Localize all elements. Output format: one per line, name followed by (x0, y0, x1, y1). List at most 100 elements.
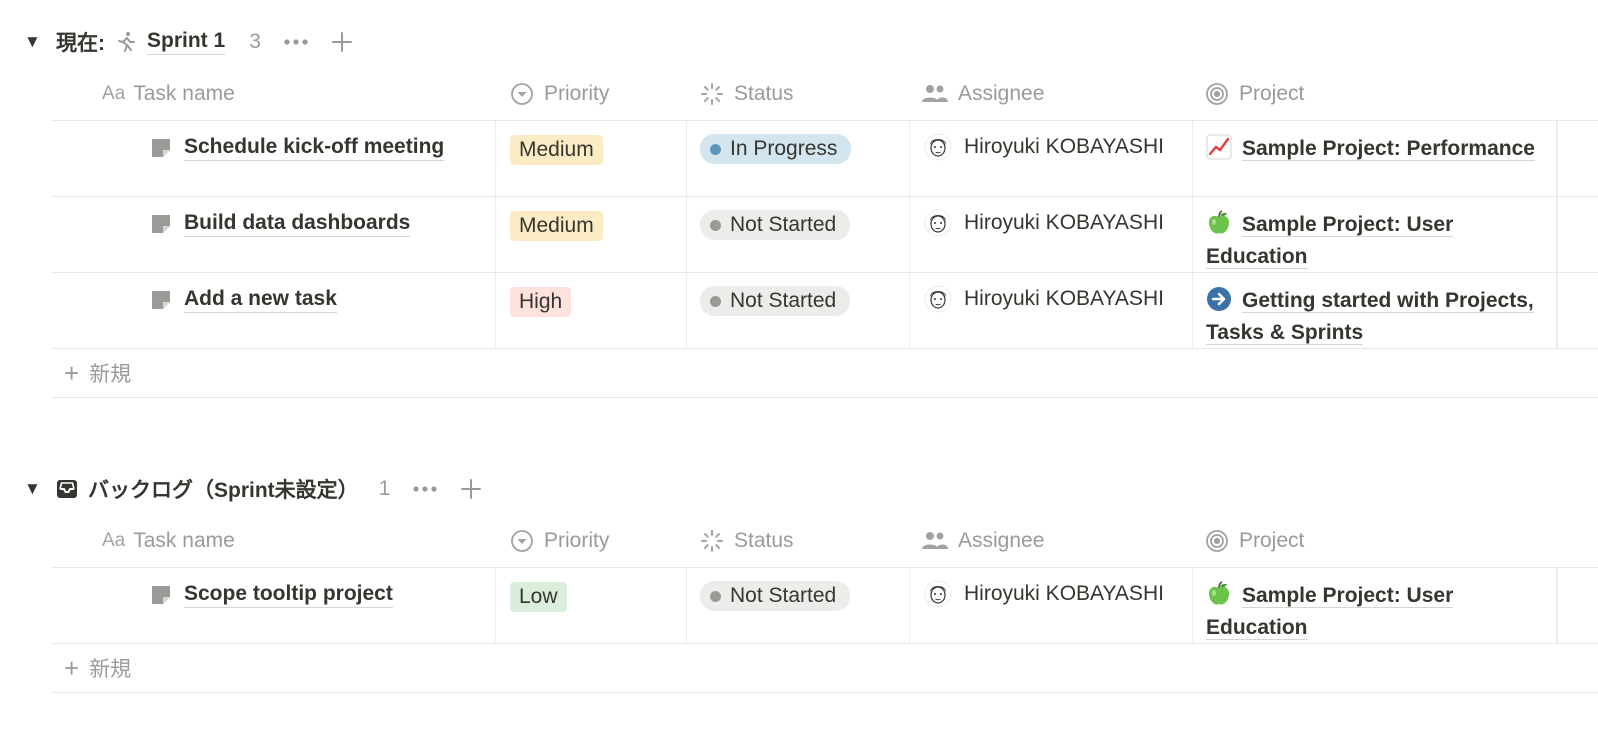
task-cell: Scope tooltip project (52, 568, 496, 643)
column-header-status[interactable]: Status (700, 515, 794, 567)
assignee-cell[interactable]: Hiroyuki KOBAYASHI (910, 121, 1193, 196)
add-icon[interactable] (331, 31, 353, 53)
more-options-icon[interactable] (412, 485, 438, 493)
priority-cell[interactable]: High (496, 273, 687, 348)
assignee-name: Hiroyuki KOBAYASHI (964, 211, 1164, 234)
arrow-right-circle-icon (1207, 287, 1231, 311)
status-dot (710, 295, 721, 307)
status-cell[interactable]: Not Started (687, 197, 910, 272)
column-header-status[interactable]: Status (700, 68, 794, 120)
collapse-toggle-icon[interactable]: ▼ (24, 479, 46, 499)
project-link[interactable]: Getting started with Projects, Tasks & S… (1206, 285, 1546, 349)
assignee-name: Hiroyuki KOBAYASHI (964, 287, 1164, 310)
more-options-icon[interactable] (283, 38, 309, 46)
project-cell[interactable]: Sample Project: User Education (1193, 197, 1557, 272)
priority-tag: Low (510, 582, 567, 612)
table-row[interactable]: Scope tooltip project Low Not Started Hi… (52, 568, 1598, 644)
person-property-icon (922, 85, 948, 102)
page-icon (152, 139, 170, 157)
column-header-assignee[interactable]: Assignee (922, 68, 1044, 120)
status-cell[interactable]: Not Started (687, 568, 910, 643)
assignee-name: Hiroyuki KOBAYASHI (964, 582, 1164, 605)
group-prefix: 現在: (56, 32, 105, 55)
plus-icon: + (64, 357, 80, 388)
task-name-link[interactable]: Build data dashboards (150, 211, 411, 237)
priority-tag: Medium (510, 211, 603, 241)
text-property-icon: Aa (102, 83, 126, 104)
priority-cell[interactable]: Medium (496, 121, 687, 196)
task-cell: Add a new task (52, 273, 496, 348)
status-dot (710, 143, 721, 155)
column-header-priority[interactable]: Priority (510, 68, 609, 120)
text-property-icon: Aa (102, 530, 126, 551)
column-header-task[interactable]: Aa Task name (102, 515, 235, 567)
new-row-label: 新規 (89, 363, 132, 386)
column-header-project[interactable]: Project (1205, 515, 1304, 567)
select-property-icon (511, 83, 533, 105)
table-row[interactable]: Add a new task High Not Started Hiroyuki… (52, 273, 1598, 349)
add-new-row-button[interactable]: + 新規 (52, 644, 1598, 693)
new-row-label: 新規 (89, 658, 132, 681)
task-name-link[interactable]: Scope tooltip project (150, 582, 393, 608)
add-new-row-button[interactable]: + 新規 (52, 349, 1598, 398)
collapse-toggle-icon[interactable]: ▼ (24, 32, 46, 52)
avatar (924, 580, 952, 608)
page-icon (152, 291, 170, 309)
column-header-priority[interactable]: Priority (510, 515, 609, 567)
priority-tag: High (510, 287, 572, 317)
select-property-icon (511, 530, 533, 552)
avatar (924, 209, 952, 237)
avatar (924, 133, 952, 161)
page-icon (152, 215, 170, 233)
task-cell: Build data dashboards (52, 197, 496, 272)
project-link[interactable]: Sample Project: User Education (1206, 580, 1546, 644)
group-header-sprint: ▼ 現在: Sprint 1 3 (24, 24, 353, 60)
plus-icon: + (64, 652, 80, 683)
assignee-name: Hiroyuki KOBAYASHI (964, 135, 1164, 158)
status-dot (710, 590, 721, 602)
table-row[interactable]: Schedule kick-off meeting Medium In Prog… (52, 121, 1598, 197)
status-cell[interactable]: Not Started (687, 273, 910, 348)
assignee-cell[interactable]: Hiroyuki KOBAYASHI (910, 273, 1193, 348)
status-badge: Not Started (700, 286, 851, 316)
group-count: 1 (378, 477, 391, 500)
column-divider (1557, 197, 1558, 272)
column-header-project[interactable]: Project (1205, 68, 1304, 120)
add-icon[interactable] (460, 478, 482, 500)
table-header-row: Aa Task name Priority Status Assignee Pro… (52, 68, 1598, 121)
green-apple-icon (1208, 581, 1230, 605)
priority-cell[interactable]: Low (496, 568, 687, 643)
task-name-link[interactable]: Add a new task (150, 287, 337, 313)
relation-property-icon (1206, 83, 1228, 105)
inbox-icon (54, 476, 80, 502)
person-property-icon (922, 532, 948, 549)
project-cell[interactable]: Sample Project: User Education (1193, 568, 1557, 643)
group-title[interactable]: バックログ（Sprint未設定） (88, 474, 359, 505)
status-badge: Not Started (700, 210, 851, 240)
project-link[interactable]: Sample Project: User Education (1206, 209, 1546, 273)
chart-up-icon (1206, 134, 1232, 160)
table-row[interactable]: Build data dashboards Medium Not Started… (52, 197, 1598, 273)
assignee-cell[interactable]: Hiroyuki KOBAYASHI (910, 568, 1193, 643)
column-divider (1557, 568, 1558, 643)
avatar (924, 285, 952, 313)
status-badge: Not Started (700, 581, 851, 611)
task-name-link[interactable]: Schedule kick-off meeting (150, 135, 445, 161)
priority-cell[interactable]: Medium (496, 197, 687, 272)
assignee-cell[interactable]: Hiroyuki KOBAYASHI (910, 197, 1193, 272)
task-table-backlog: Aa Task name Priority Status Assignee Pro… (52, 515, 1598, 693)
project-cell[interactable]: Sample Project: Performance (1193, 121, 1557, 196)
status-cell[interactable]: In Progress (687, 121, 910, 196)
column-header-task[interactable]: Aa Task name (102, 68, 235, 120)
project-cell[interactable]: Getting started with Projects, Tasks & S… (1193, 273, 1557, 348)
task-table-sprint: Aa Task name Priority Status Assignee Pro… (52, 68, 1598, 398)
priority-tag: Medium (510, 135, 603, 165)
status-property-icon (701, 83, 723, 105)
green-apple-icon (1208, 210, 1230, 234)
group-title[interactable]: Sprint 1 (147, 29, 226, 55)
project-link[interactable]: Sample Project: Performance (1206, 133, 1546, 165)
runner-icon (113, 29, 139, 55)
column-header-assignee[interactable]: Assignee (922, 515, 1044, 567)
table-header-row: Aa Task name Priority Status Assignee Pro… (52, 515, 1598, 568)
relation-property-icon (1206, 530, 1228, 552)
